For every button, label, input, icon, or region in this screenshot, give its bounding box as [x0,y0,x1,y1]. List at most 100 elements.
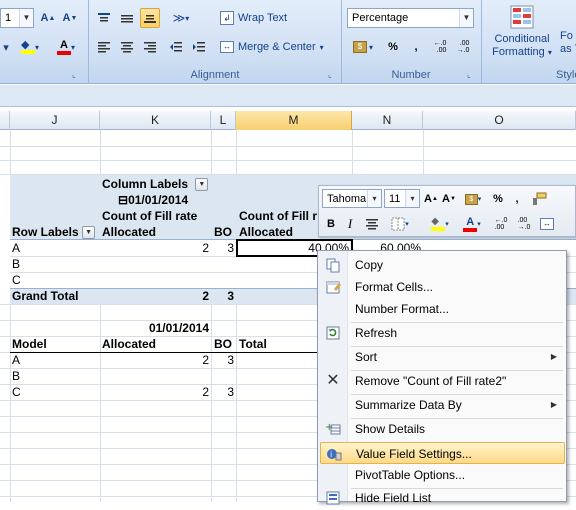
wrap-text-button[interactable]: ↲ Wrap Text [219,8,295,28]
number-format-combo[interactable]: Percentage ▼ [347,8,474,28]
column-header-m[interactable]: M [236,111,352,130]
pivot2-row-c-k[interactable]: 2 [100,384,209,400]
format-painter-button[interactable] [529,189,549,209]
pivot2-header-k[interactable]: Allocated [102,336,156,352]
fill-bucket-icon: ◆ [431,217,446,231]
alignment-launcher-icon[interactable]: ⌞ [328,70,337,79]
column-header-l[interactable]: L [211,111,236,130]
menu-item-remove[interactable]: ✕ Remove "Count of Fill rate2" [320,370,565,392]
column-header-j[interactable]: J [10,111,100,130]
column-header-n[interactable]: N [352,111,423,130]
menu-item-refresh[interactable]: Refresh [320,322,565,344]
pivot2-row-label[interactable]: A [12,352,20,368]
menu-item-sort[interactable]: Sort ▶ [320,346,565,368]
pivot2-row-label[interactable]: C [12,384,21,400]
align-center-icon [366,219,378,230]
pivot1-row-label[interactable]: C [12,272,21,288]
column-header-o[interactable]: O [423,111,576,130]
comma-style-button[interactable]: , [406,37,426,57]
decrease-decimal-button[interactable]: .00 →.0 [453,37,473,57]
percent-style-button[interactable]: % [383,37,403,57]
column-header-k[interactable]: K [100,111,211,130]
font-size-combo[interactable]: 1 ▼ [0,8,34,28]
orientation-button[interactable]: ≫ ▾ [166,8,196,28]
increase-decimal-button[interactable]: ←.0.00 [491,214,511,234]
font-color-button[interactable]: A ▾ [50,37,82,57]
mini-size-combo[interactable]: 11 ▾ [384,189,420,208]
increase-indent-button[interactable] [189,37,209,57]
grand-total-l[interactable]: 3 [211,288,234,304]
filter-dropdown-icon[interactable]: ▼ [195,178,209,192]
merge-center-button[interactable]: ↔ Merge & Center ▾ [219,37,337,57]
font-launcher-icon[interactable]: ⌞ [72,70,81,79]
select-all-corner[interactable] [0,111,10,130]
center-button[interactable] [362,214,382,234]
menu-item-format-cells[interactable]: Format Cells... [320,276,565,298]
grow-font-button[interactable]: A ▲ [38,8,58,28]
filter-dropdown-icon[interactable]: ▼ [82,226,96,240]
merge-cells-button[interactable]: ↔ [537,214,557,234]
menu-item-show-details[interactable]: + Show Details [320,418,565,440]
accounting-format-button[interactable]: $ ▾ [347,37,379,57]
menu-item-hide-field-list[interactable]: Hide Field List [320,487,565,509]
row-labels-header[interactable]: Row Labels ▼ [12,224,96,240]
pivot1-row-label[interactable]: B [12,256,20,272]
percent-style-button[interactable]: % [489,189,507,209]
grow-font-button[interactable]: A ▲ [423,189,439,209]
grand-total-k[interactable]: 2 [100,288,209,304]
increase-decimal-icon: ←.0.00 [433,40,447,54]
border-button[interactable]: ▾ [0,37,12,57]
fill-color-button[interactable]: ◆ ▾ [425,214,455,234]
pivot2-row-a-k[interactable]: 2 [100,352,209,368]
align-bottom-button[interactable] [140,8,160,28]
chevron-down-icon[interactable]: ▾ [367,190,381,207]
pivot1-row-a-l[interactable]: 3 [211,240,234,256]
italic-button[interactable]: I [342,214,358,234]
chevron-down-icon[interactable]: ▼ [459,9,473,27]
column-labels-header[interactable]: Column Labels ▼ [102,176,209,192]
pivot2-row-c-l[interactable]: 3 [211,384,234,400]
comma-style-button[interactable]: , [510,189,524,209]
menu-item-value-field-settings[interactable]: i Value Field Settings... [320,442,565,464]
decrease-indent-button[interactable] [166,37,186,57]
font-color-button[interactable]: A ▾ [457,214,487,234]
mini-font-combo[interactable]: Tahoma ▾ [322,189,382,208]
grand-total-label[interactable]: Grand Total [12,288,78,304]
collapse-icon[interactable]: ⊟ [118,193,128,207]
number-launcher-icon[interactable]: ⌞ [467,70,476,79]
pivot1-row-label[interactable]: A [12,240,20,256]
chevron-down-icon[interactable]: ▼ [19,9,33,27]
increase-decimal-icon: ←.0.00 [494,217,508,231]
pivot1-date-header[interactable]: ⊟01/01/2014 [118,192,188,208]
pivot2-row-label[interactable]: B [12,368,20,384]
pivot2-header-m[interactable]: Total [239,336,267,352]
decrease-decimal-button[interactable]: .00 →.0 [514,214,534,234]
chevron-down-icon[interactable]: ▾ [405,190,419,207]
shrink-font-button[interactable]: A ▼ [441,189,457,209]
align-right-button[interactable] [140,37,160,57]
fill-color-button[interactable]: ◆ ▾ [14,37,46,57]
pivot2-row-a-l[interactable]: 3 [211,352,234,368]
accounting-format-button[interactable]: $ ▾ [460,189,486,209]
format-as-table-button[interactable]: Fo as T [560,3,576,65]
pivot2-header-j[interactable]: Model [12,336,47,352]
increase-decimal-button[interactable]: ←.0.00 [430,37,450,57]
align-top-button[interactable] [94,8,114,28]
shrink-font-button[interactable]: A ▼ [60,8,80,28]
pivot2-header-l[interactable]: BO [214,336,232,352]
pivot2-date-header[interactable]: 01/01/2014 [100,320,209,336]
align-left-button[interactable] [94,37,114,57]
pivot1-row-a-k[interactable]: 2 [100,240,209,256]
align-middle-button[interactable] [117,8,137,28]
menu-item-copy[interactable]: Copy [320,254,565,276]
conditional-formatting-button[interactable]: Conditional Formatting ▾ [486,3,558,65]
menu-item-pivottable-options[interactable]: PivotTable Options... [320,464,565,486]
menu-item-number-format[interactable]: Number Format... [320,298,565,320]
submenu-arrow-icon: ▶ [550,352,557,361]
svg-text:i: i [330,450,332,459]
borders-button[interactable]: ▾ [386,214,414,234]
decrease-decimal-icon: .00 →.0 [456,40,470,54]
menu-item-summarize-data-by[interactable]: Summarize Data By ▶ [320,394,565,416]
bold-button[interactable]: B [322,214,340,234]
align-center-button[interactable] [117,37,137,57]
